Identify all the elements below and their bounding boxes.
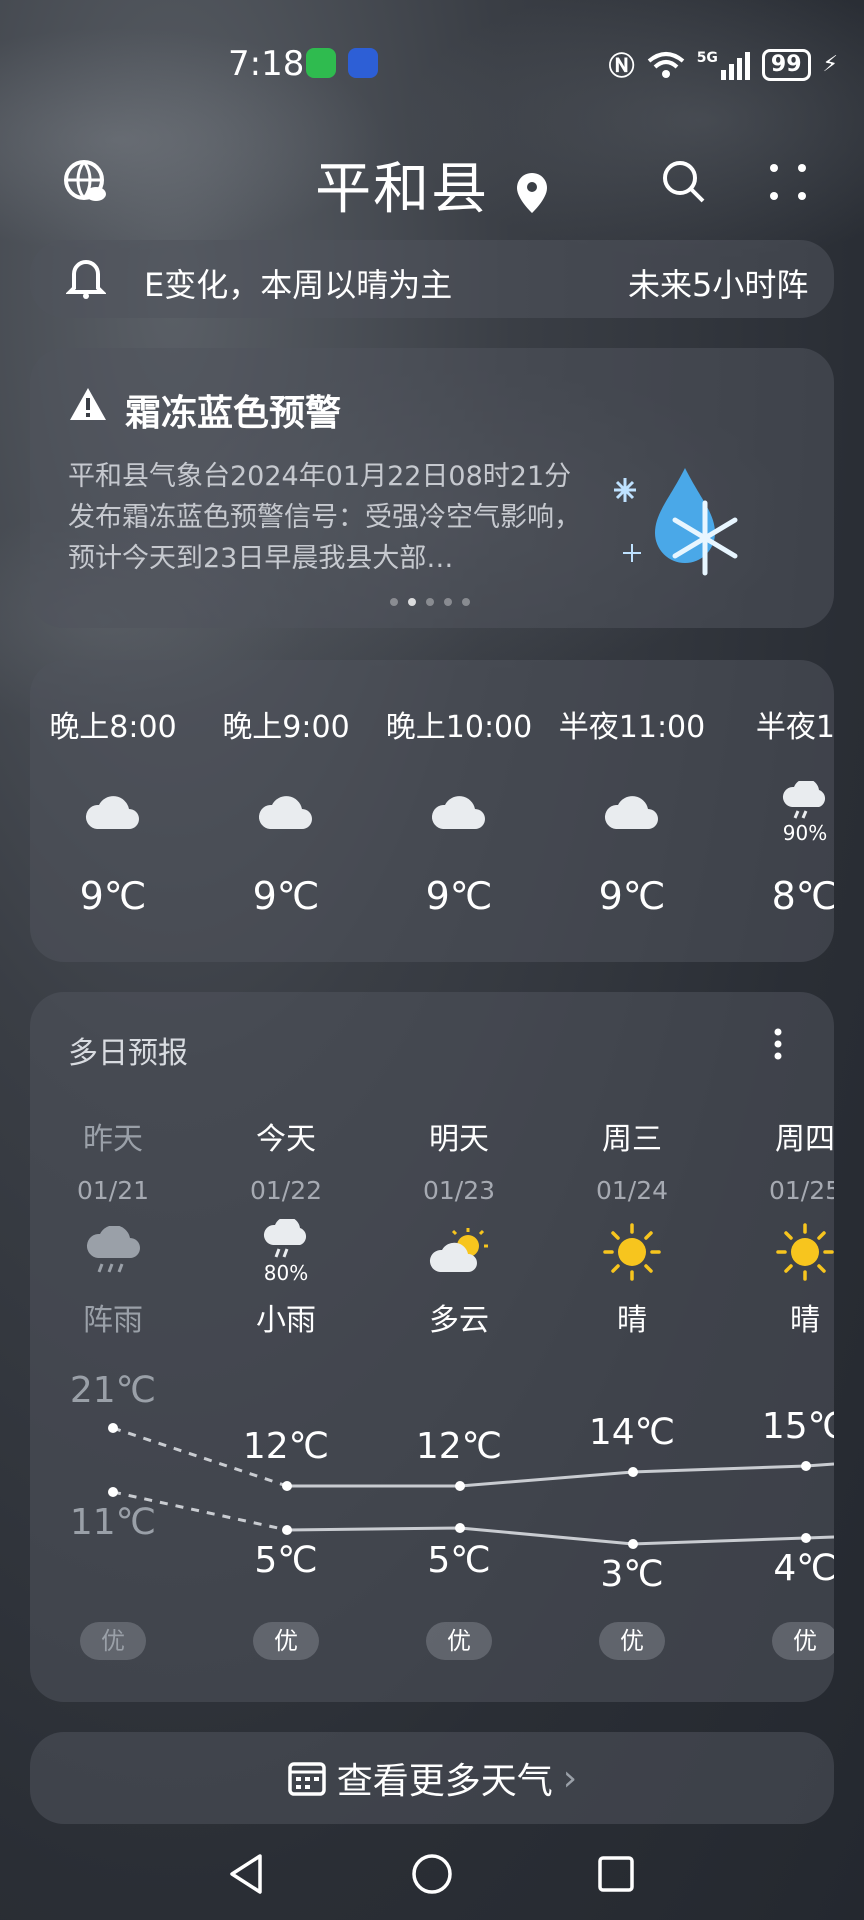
calendar-icon [288, 1762, 326, 1796]
low-temp: 11℃ [69, 1502, 157, 1543]
low-temp: 3℃ [600, 1554, 664, 1595]
hour-item: 晚上9:00 9℃ [222, 710, 350, 918]
high-temp-line [287, 1462, 834, 1488]
more-weather-button[interactable]: 查看更多天气 › [30, 1732, 834, 1824]
header: 平和县 [0, 140, 864, 222]
bell-icon [66, 260, 106, 299]
cloudy-icon [258, 796, 312, 829]
back-icon[interactable] [226, 1852, 266, 1896]
city-title[interactable]: 平和县 [0, 144, 864, 225]
news-ticker[interactable]: E变化，本周以晴为主 未来5小时阵 [30, 240, 834, 318]
aqi-badge: 优 [599, 1622, 665, 1660]
low-temp: 5℃ [427, 1540, 491, 1581]
aqi-badge: 优 [80, 1622, 146, 1660]
low-temp: 5℃ [254, 1540, 318, 1581]
home-icon[interactable] [410, 1852, 454, 1896]
nfc-icon: Ⓝ [608, 52, 635, 82]
high-temp: 12℃ [415, 1426, 503, 1467]
hour-item: 晚上8:00 9℃ [49, 710, 177, 918]
low-temp-line [286, 1526, 834, 1546]
cloudy-icon [604, 796, 658, 829]
aqi-badge: 优 [426, 1622, 492, 1660]
multi-day-forecast[interactable]: 多日预报 昨天 01/21 阵雨 今天 01/22 80% 小雨 明天 01/2… [30, 992, 834, 1702]
alert-title: 霜冻蓝色预警 [125, 393, 342, 434]
wifi-icon [647, 51, 684, 78]
carousel-dots [390, 598, 470, 606]
more-weather-label: 查看更多天气 [336, 1761, 553, 1802]
ticker-text-next: 未来5小时阵 [628, 266, 809, 304]
weather-alert-card[interactable]: 霜冻蓝色预警 平和县气象台2024年01月22日08时21分发布霜冻蓝色预警信号… [30, 348, 834, 628]
high-temp: 14℃ [588, 1412, 676, 1453]
aqi-badge: 优 [772, 1622, 834, 1660]
ticker-text: E变化，本周以晴为主 [144, 266, 453, 304]
more-options-icon[interactable] [758, 152, 818, 212]
aqi-badge: 优 [253, 1622, 319, 1660]
location-pin-icon [516, 172, 547, 213]
cloudy-icon [431, 796, 485, 829]
frost-icon [614, 468, 738, 576]
high-temp: 15℃ [761, 1406, 834, 1447]
hourly-forecast[interactable]: 晚上8:00 9℃ 晚上9:00 9℃ 晚上10:00 9℃ 半夜11:00 9… [30, 660, 834, 962]
temperature-chart [108, 1423, 834, 1549]
charging-icon: ⚡ [822, 52, 838, 77]
warning-icon [70, 388, 106, 420]
status-bar: 7:18 Ⓝ 5G 99 ⚡ [0, 34, 864, 94]
status-time: 7:18 [228, 44, 305, 84]
hour-item: 半夜12 90% 8℃ [755, 710, 834, 918]
wechat-icon [306, 48, 336, 78]
signal-icon: 5G [697, 50, 750, 80]
recents-icon[interactable] [596, 1854, 636, 1894]
search-icon[interactable] [654, 152, 714, 212]
high-temp: 12℃ [242, 1426, 330, 1467]
battery-indicator: 99 [761, 48, 811, 81]
cloudy-icon [85, 796, 139, 829]
alert-body: 平和县气象台2024年01月22日08时21分发布霜冻蓝色预警信号：受强冷空气影… [68, 461, 581, 574]
hour-item: 半夜11:00 9℃ [558, 710, 706, 918]
high-temp: 21℃ [69, 1370, 157, 1411]
rain-cloud-icon [783, 781, 825, 819]
chevron-right-icon: › [562, 1757, 578, 1799]
hour-item: 晚上10:00 9℃ [385, 710, 533, 918]
system-nav-bar [0, 1840, 864, 1910]
low-temp: 4℃ [773, 1548, 834, 1589]
app-notification-icon [348, 48, 378, 78]
city-name: 平和县 [315, 157, 490, 222]
